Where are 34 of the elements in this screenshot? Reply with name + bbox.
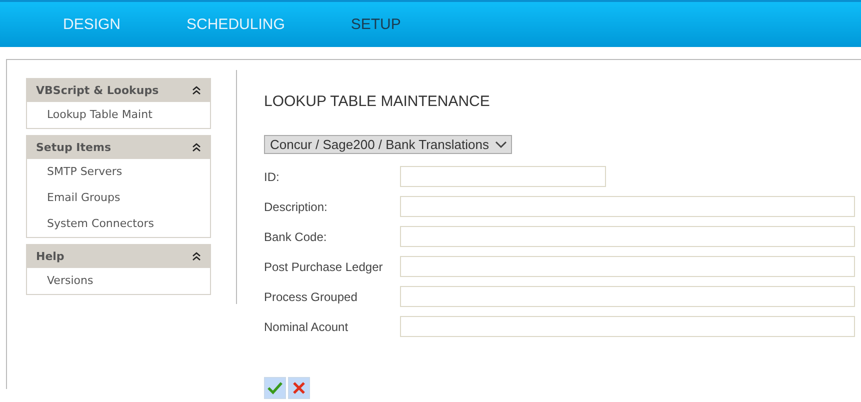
field-label: Process Grouped bbox=[264, 290, 358, 304]
chevron-down-icon bbox=[494, 140, 507, 148]
section-title: Setup Items bbox=[36, 141, 111, 154]
collapse-icon[interactable] bbox=[192, 143, 201, 152]
field-label: Description: bbox=[264, 200, 328, 214]
sidebar-item[interactable]: Email Groups bbox=[27, 185, 140, 211]
field-label: Bank Code: bbox=[264, 230, 328, 244]
page-title: LOOKUP TABLE MAINTENANCE bbox=[264, 93, 491, 110]
collapse-icon[interactable] bbox=[192, 252, 201, 261]
section-header[interactable]: Help bbox=[27, 245, 210, 268]
section-title: VBScript & Lookups bbox=[36, 84, 159, 97]
collapse-icon[interactable] bbox=[192, 86, 201, 95]
input-field[interactable] bbox=[400, 196, 855, 217]
sidebar-item[interactable]: SMTP Servers bbox=[27, 159, 142, 185]
check-icon bbox=[267, 381, 283, 395]
field-label: Nominal Acount bbox=[264, 320, 350, 334]
sidebar-item[interactable]: Versions bbox=[27, 268, 114, 294]
field-label: Post Purchase Ledger bbox=[264, 260, 384, 274]
input-field[interactable] bbox=[400, 226, 855, 247]
input-field[interactable] bbox=[400, 316, 855, 337]
sidebar-item[interactable]: System Connectors bbox=[27, 211, 174, 237]
close-icon bbox=[292, 381, 306, 395]
section-title: Help bbox=[36, 250, 64, 263]
section-header[interactable]: Setup Items bbox=[27, 136, 210, 159]
save-button[interactable] bbox=[264, 377, 286, 399]
section-header[interactable]: VBScript & Lookups bbox=[27, 79, 210, 102]
input-field[interactable] bbox=[400, 286, 855, 307]
sidebar-item[interactable]: Lookup Table Maint bbox=[27, 102, 172, 128]
field-label: ID: bbox=[264, 170, 280, 184]
cancel-button[interactable] bbox=[288, 377, 310, 399]
nav-tab[interactable]: SETUP bbox=[350, 16, 401, 33]
input-field[interactable] bbox=[400, 166, 606, 187]
input-field[interactable] bbox=[400, 256, 855, 277]
table-dropdown[interactable]: Concur / Sage200 / Bank Translations bbox=[264, 135, 512, 154]
